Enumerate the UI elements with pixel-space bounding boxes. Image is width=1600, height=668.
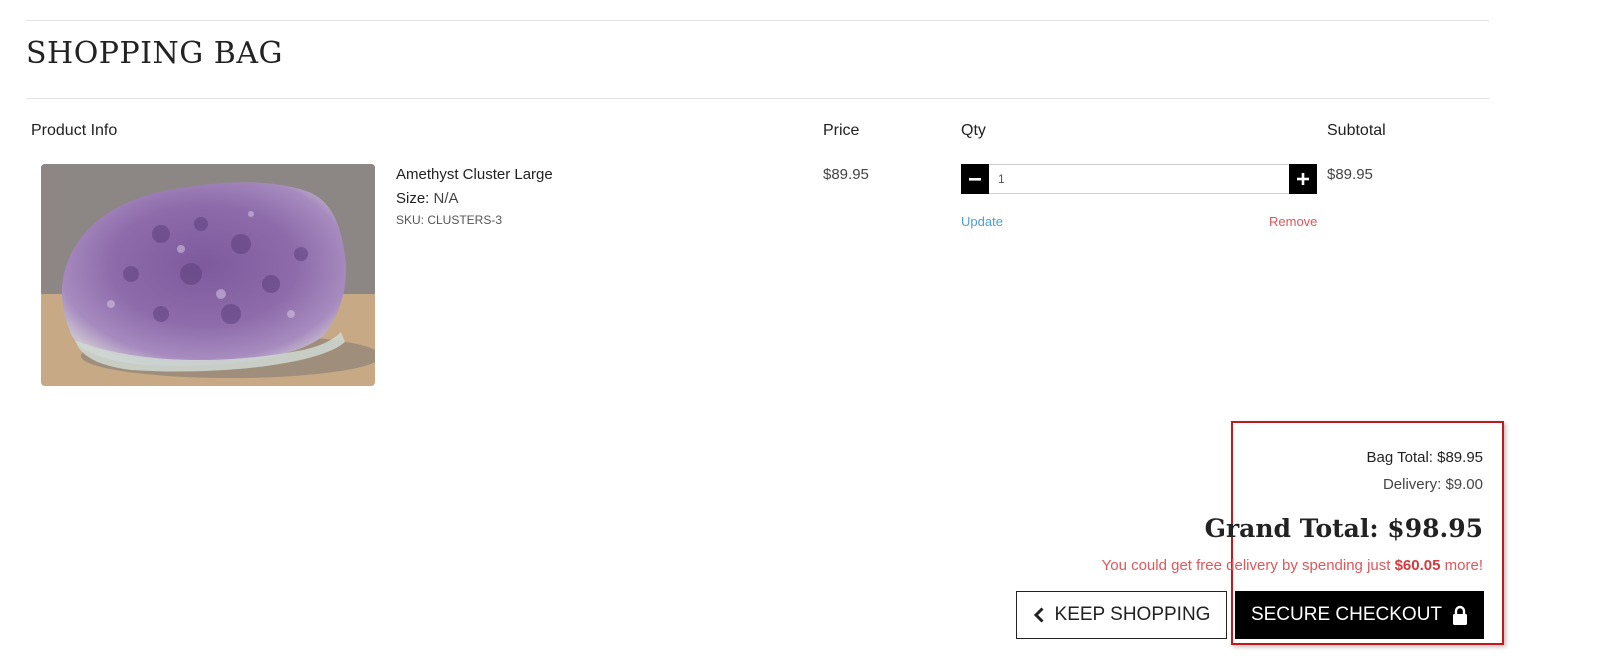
increase-quantity-button[interactable] — [1289, 164, 1317, 194]
secure-checkout-button[interactable]: SECURE CHECKOUT — [1235, 591, 1484, 639]
column-header-product: Product Info — [31, 122, 118, 139]
column-header-qty: Qty — [961, 122, 986, 139]
amethyst-image-icon — [41, 164, 375, 386]
size-value: N/A — [433, 190, 459, 207]
free-delivery-prefix: You could get free delivery by spending … — [1101, 557, 1391, 574]
header-divider — [26, 98, 1489, 99]
product-image[interactable] — [41, 164, 375, 386]
free-delivery-message: You could get free delivery by spending … — [1102, 557, 1483, 574]
plus-icon — [1297, 173, 1309, 185]
update-link[interactable]: Update — [961, 214, 1003, 229]
lock-icon — [1452, 605, 1468, 625]
quantity-stepper — [961, 164, 1317, 194]
delivery-cost: Delivery: $9.00 — [1382, 476, 1483, 493]
item-price: $89.95 — [823, 166, 869, 183]
remove-link[interactable]: Remove — [1269, 214, 1317, 229]
minus-icon — [969, 173, 981, 185]
column-header-price: Price — [823, 122, 860, 139]
grand-total: Grand Total: $98.95 — [1204, 514, 1483, 543]
product-name[interactable]: Amethyst Cluster Large — [396, 166, 553, 183]
top-divider — [26, 20, 1489, 21]
keep-shopping-label: KEEP SHOPPING — [1054, 604, 1211, 625]
column-header-subtotal: Subtotal — [1327, 122, 1386, 139]
chevron-left-icon — [1033, 607, 1045, 623]
secure-checkout-label: SECURE CHECKOUT — [1250, 604, 1443, 625]
decrease-quantity-button[interactable] — [961, 164, 989, 194]
page-title: SHOPPING BAG — [26, 36, 283, 71]
product-sku: SKU: CLUSTERS-3 — [396, 213, 503, 227]
free-delivery-suffix: more! — [1444, 557, 1483, 574]
free-delivery-amount: $60.05 — [1394, 557, 1441, 574]
quantity-input[interactable] — [989, 164, 1289, 194]
shopping-bag-page: SHOPPING BAG Product Info Price Qty Subt… — [0, 0, 1600, 668]
size-label: Size: — [396, 190, 430, 207]
keep-shopping-button[interactable]: KEEP SHOPPING — [1016, 591, 1227, 639]
item-subtotal: $89.95 — [1327, 166, 1373, 183]
bag-total: Bag Total: $89.95 — [1366, 449, 1483, 466]
product-size: Size: N/A — [396, 190, 459, 207]
